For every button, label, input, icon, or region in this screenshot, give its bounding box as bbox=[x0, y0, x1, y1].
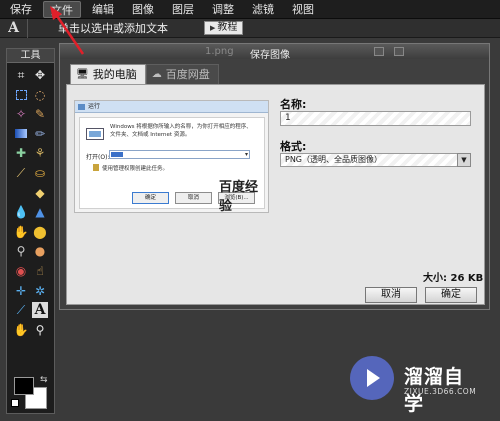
image-preview: 运行 Windows 将根据你所输入的名称，为你打开相应的程序、文件夹、文档或 … bbox=[74, 100, 269, 214]
format-select[interactable]: PNG（透明、全品质图像） ▼ bbox=[280, 153, 471, 167]
sharpen-icon[interactable]: ▲ bbox=[32, 204, 48, 220]
swap-colors-icon[interactable]: ⇆ bbox=[40, 375, 48, 385]
minimize-icon[interactable] bbox=[374, 47, 384, 56]
move-icon[interactable]: ✥ bbox=[32, 67, 48, 83]
ok-button[interactable]: 确定 bbox=[425, 287, 477, 303]
current-tool-indicator: A bbox=[0, 18, 28, 38]
tool-panel-title: 工具 bbox=[7, 49, 54, 63]
chevron-down-icon: ▾ bbox=[244, 151, 248, 158]
format-value: PNG（透明、全品质图像） bbox=[285, 155, 383, 164]
menu-edit[interactable]: 编辑 bbox=[85, 1, 121, 18]
run-cancel-button: 取消 bbox=[175, 192, 212, 204]
text-tool-icon[interactable]: A bbox=[32, 302, 48, 319]
tool-panel: 工具 ⌗ ✥ ◌ ✧ ✎ ✏ ✚ ⚘ ⟋ ⛀ ◆ 💧 ▲ ✋ ⬤ ⚲ ● ◉ ☝… bbox=[6, 48, 55, 414]
eyedropper-icon[interactable]: ⟋ bbox=[13, 165, 29, 181]
format-label: 格式: bbox=[280, 140, 307, 153]
menu-file[interactable]: 文件 bbox=[43, 0, 81, 18]
drop-icon[interactable]: 💧 bbox=[13, 204, 29, 220]
play-icon: ▶ bbox=[210, 24, 216, 32]
run-title-icon bbox=[78, 104, 85, 110]
gradient-icon[interactable] bbox=[13, 126, 29, 142]
menu-view[interactable]: 视图 bbox=[285, 1, 321, 18]
menu-bar: 保存 文件 编辑 图像 图层 调整 滤镜 视图 bbox=[0, 0, 500, 19]
marquee-icon[interactable] bbox=[13, 87, 29, 103]
smudge-icon[interactable]: ☝ bbox=[32, 263, 48, 279]
eraser-icon[interactable]: ◆ bbox=[32, 185, 48, 201]
run-admin-note: 使用管理权限创建此任务。 bbox=[92, 164, 169, 172]
redeye-icon[interactable]: ◉ bbox=[13, 263, 29, 279]
lasso-icon[interactable]: ◌ bbox=[32, 87, 48, 103]
tutorial-button[interactable]: ▶ 教程 bbox=[204, 21, 244, 35]
run-open-selection bbox=[111, 152, 123, 157]
zoom-icon[interactable]: ⚲ bbox=[32, 322, 48, 338]
burn-icon[interactable]: ✋ bbox=[13, 224, 29, 240]
play-logo-icon bbox=[350, 356, 394, 400]
pen-icon[interactable]: ⟋ bbox=[13, 302, 29, 318]
tab-baidu-cloud[interactable]: ☁ 百度网盘 bbox=[145, 64, 219, 84]
menu-save[interactable]: 保存 bbox=[3, 1, 39, 18]
wand-icon[interactable]: ✧ bbox=[13, 106, 29, 122]
tool-hint: 单击以选中或添加文本 bbox=[58, 22, 168, 35]
tab-label: 百度网盘 bbox=[165, 67, 210, 81]
dialog-file-name: 1.png bbox=[205, 46, 234, 57]
location-tabs: 🖥 我的电脑 ☁ 百度网盘 bbox=[70, 64, 219, 84]
dodge-icon[interactable]: ⬤ bbox=[32, 224, 48, 240]
tool-grid: ⌗ ✥ ◌ ✧ ✎ ✏ ✚ ⚘ ⟋ ⛀ ◆ 💧 ▲ ✋ ⬤ ⚲ ● ◉ ☝ ✛ … bbox=[13, 67, 51, 341]
tab-label: 我的电脑 bbox=[92, 67, 137, 81]
menu-layer[interactable]: 图层 bbox=[165, 1, 201, 18]
run-open-field: ▾ bbox=[109, 150, 250, 159]
name-input[interactable]: 1 bbox=[280, 111, 471, 126]
run-dialog-body: Windows 将根据你所输入的名称，为你打开相应的程序、文件夹、文档或 Int… bbox=[79, 117, 265, 214]
menu-adjust[interactable]: 调整 bbox=[205, 1, 241, 18]
tab-my-computer[interactable]: 🖥 我的电脑 bbox=[70, 64, 146, 84]
cancel-button[interactable]: 取消 bbox=[365, 287, 417, 303]
stamp-icon[interactable]: ⛀ bbox=[32, 165, 48, 181]
pencil-icon[interactable]: ✏ bbox=[32, 126, 48, 142]
dialog-titlebar: 1.png 保存图像 bbox=[60, 44, 489, 61]
tutorial-label: 教程 bbox=[217, 22, 238, 33]
heal-icon[interactable]: ✚ bbox=[13, 145, 29, 161]
file-size: 大小: 26 KB bbox=[423, 273, 484, 284]
save-image-dialog: 1.png 保存图像 🖥 我的电脑 ☁ 百度网盘 运行 Windows 将根据你所输… bbox=[59, 43, 490, 310]
baidu-jingyan-watermark: 百度经验 bbox=[219, 180, 259, 214]
logo-url: ZIXUE.3D66.COM bbox=[404, 387, 477, 396]
run-ok-button: 确定 bbox=[132, 192, 169, 204]
foreground-color-swatch[interactable] bbox=[14, 377, 34, 395]
menu-image[interactable]: 图像 bbox=[125, 1, 161, 18]
run-description: Windows 将根据你所输入的名称，为你打开相应的程序、文件夹、文档或 Int… bbox=[110, 124, 252, 138]
run-dialog-title: 运行 bbox=[75, 101, 268, 113]
menu-filter[interactable]: 滤镜 bbox=[245, 1, 281, 18]
dialog-body: 运行 Windows 将根据你所输入的名称，为你打开相应的程序、文件夹、文档或 … bbox=[66, 84, 485, 305]
transform-icon[interactable]: ✲ bbox=[32, 283, 48, 299]
run-open-label: 打开(O): bbox=[86, 154, 110, 161]
close-icon[interactable] bbox=[394, 47, 404, 56]
run-program-icon bbox=[86, 128, 104, 140]
options-bar: A 单击以选中或添加文本 ▶ 教程 bbox=[0, 18, 500, 38]
zoom-lens-icon[interactable]: ⚲ bbox=[13, 243, 29, 259]
computer-icon: 🖥 bbox=[76, 68, 89, 80]
brush-icon[interactable]: ✎ bbox=[32, 106, 48, 122]
color-swatches: ⇆ bbox=[11, 375, 53, 413]
chevron-down-icon[interactable]: ▼ bbox=[457, 153, 471, 167]
crop-icon[interactable]: ⌗ bbox=[13, 67, 29, 83]
dialog-title: 保存图像 bbox=[250, 50, 290, 61]
hand-icon[interactable]: ✋ bbox=[13, 322, 29, 338]
blank-slot bbox=[13, 185, 29, 201]
site-logo: 溜溜自学 ZIXUE.3D66.COM bbox=[350, 356, 480, 415]
move-arrows-icon[interactable]: ✛ bbox=[13, 283, 29, 299]
reset-colors-icon[interactable] bbox=[11, 399, 19, 407]
clone-icon[interactable]: ⚘ bbox=[32, 145, 48, 161]
cloud-icon: ☁ bbox=[151, 68, 162, 80]
sponge-icon[interactable]: ● bbox=[32, 243, 48, 259]
name-label: 名称: bbox=[280, 98, 307, 111]
